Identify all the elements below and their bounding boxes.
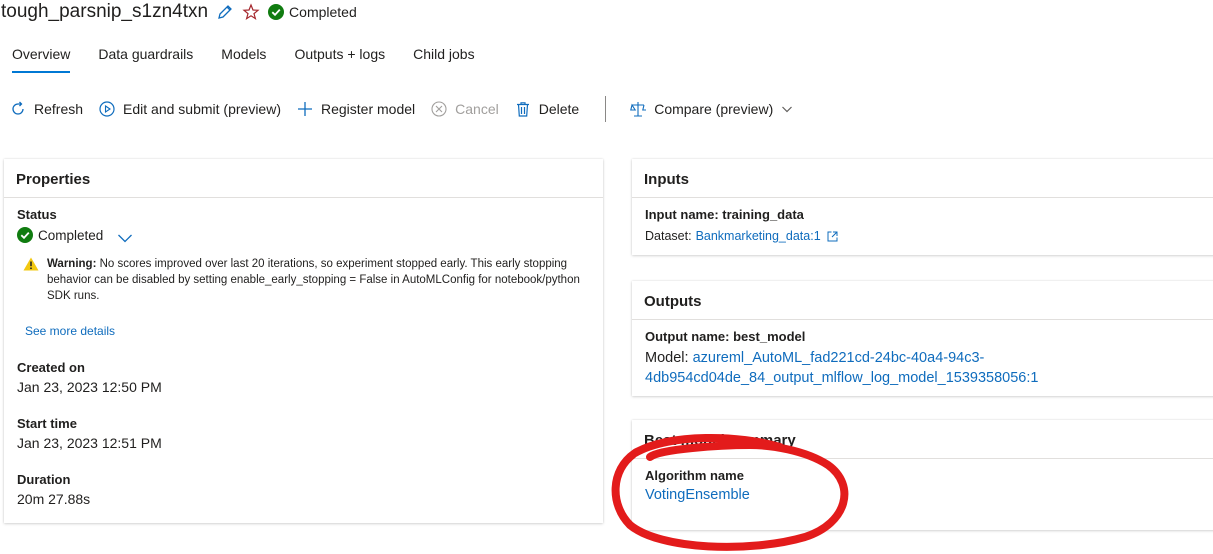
dataset-prefix: Dataset: bbox=[645, 229, 692, 243]
edit-submit-button[interactable]: Edit and submit (preview) bbox=[99, 101, 281, 117]
properties-panel: Properties Status Completed Warning: No … bbox=[4, 159, 603, 523]
play-circle-icon bbox=[99, 101, 115, 117]
completed-check-icon bbox=[268, 4, 285, 20]
see-more-details-link[interactable]: See more details bbox=[25, 324, 115, 338]
plus-icon bbox=[297, 102, 312, 116]
warning-prefix: Warning: bbox=[47, 258, 97, 270]
inputs-title: Inputs bbox=[632, 159, 1213, 198]
warning-message: No scores improved over last 20 iteratio… bbox=[47, 258, 580, 302]
refresh-button[interactable]: Refresh bbox=[10, 101, 83, 117]
tab-child-jobs[interactable]: Child jobs bbox=[413, 46, 474, 72]
start-time-value: Jan 23, 2023 12:51 PM bbox=[17, 435, 162, 451]
outputs-title: Outputs bbox=[632, 281, 1213, 320]
created-value: Jan 23, 2023 12:50 PM bbox=[17, 379, 162, 395]
delete-button[interactable]: Delete bbox=[515, 101, 579, 117]
favorite-star-icon[interactable] bbox=[242, 3, 260, 21]
status-value: Completed bbox=[38, 227, 104, 243]
dataset-row: Dataset: Bankmarketing_data:1 bbox=[645, 229, 838, 243]
output-name: Output name: best_model bbox=[645, 329, 806, 344]
tab-data-guardrails[interactable]: Data guardrails bbox=[98, 46, 193, 72]
tab-models[interactable]: Models bbox=[221, 46, 266, 72]
outputs-panel: Outputs Output name: best_model Model: a… bbox=[632, 281, 1213, 396]
start-time-label: Start time bbox=[17, 416, 77, 431]
inputs-panel: Inputs Input name: training_data Dataset… bbox=[632, 159, 1213, 255]
status-label: Status bbox=[17, 207, 57, 222]
job-title: tough_parsnip_s1zn4txn bbox=[1, 1, 209, 22]
chevron-down-icon bbox=[782, 106, 793, 113]
completed-check-icon bbox=[17, 227, 33, 243]
input-name: Input name: training_data bbox=[645, 207, 804, 222]
model-link-line1[interactable]: azureml_AutoML_fad221cd-24bc-40a4-94c3- bbox=[693, 350, 985, 366]
toolbar-divider bbox=[605, 96, 607, 122]
warning-icon bbox=[23, 257, 39, 271]
refresh-icon bbox=[12, 101, 24, 115]
created-label: Created on bbox=[17, 360, 85, 375]
cancel-button[interactable]: Cancel bbox=[431, 101, 499, 117]
cancel-icon bbox=[431, 101, 447, 117]
status-row: Completed bbox=[17, 226, 133, 244]
duration-value: 20m 27.88s bbox=[17, 491, 91, 507]
dataset-link[interactable]: Bankmarketing_data:1 bbox=[696, 229, 821, 243]
trash-icon bbox=[516, 102, 529, 117]
tab-overview[interactable]: Overview bbox=[12, 46, 71, 73]
tab-bar: Overview Data guardrails Models Outputs … bbox=[12, 46, 503, 73]
register-model-button[interactable]: Register model bbox=[297, 101, 415, 117]
model-prefix: Model: bbox=[645, 350, 689, 366]
red-annotation-circle bbox=[611, 433, 849, 551]
compare-scale-icon bbox=[630, 102, 647, 117]
duration-label: Duration bbox=[17, 472, 71, 487]
compare-button[interactable]: Compare (preview) bbox=[630, 101, 793, 117]
model-link-line2[interactable]: 4db954cd04de_84_output_mlflow_log_model_… bbox=[645, 370, 1038, 386]
model-row: Model: azureml_AutoML_fad221cd-24bc-40a4… bbox=[645, 348, 1038, 388]
header-status: Completed bbox=[289, 4, 357, 20]
edit-pencil-icon[interactable] bbox=[216, 3, 234, 21]
external-link-icon[interactable] bbox=[827, 231, 838, 242]
early-stop-warning: Warning: No scores improved over last 20… bbox=[23, 256, 593, 304]
tab-outputs-logs[interactable]: Outputs + logs bbox=[294, 46, 385, 72]
job-header: tough_parsnip_s1zn4txn Completed bbox=[0, 0, 357, 24]
chevron-down-icon[interactable] bbox=[117, 232, 133, 244]
properties-title: Properties bbox=[4, 159, 603, 198]
command-bar: Refresh Edit and submit (preview) Regist… bbox=[10, 96, 809, 122]
